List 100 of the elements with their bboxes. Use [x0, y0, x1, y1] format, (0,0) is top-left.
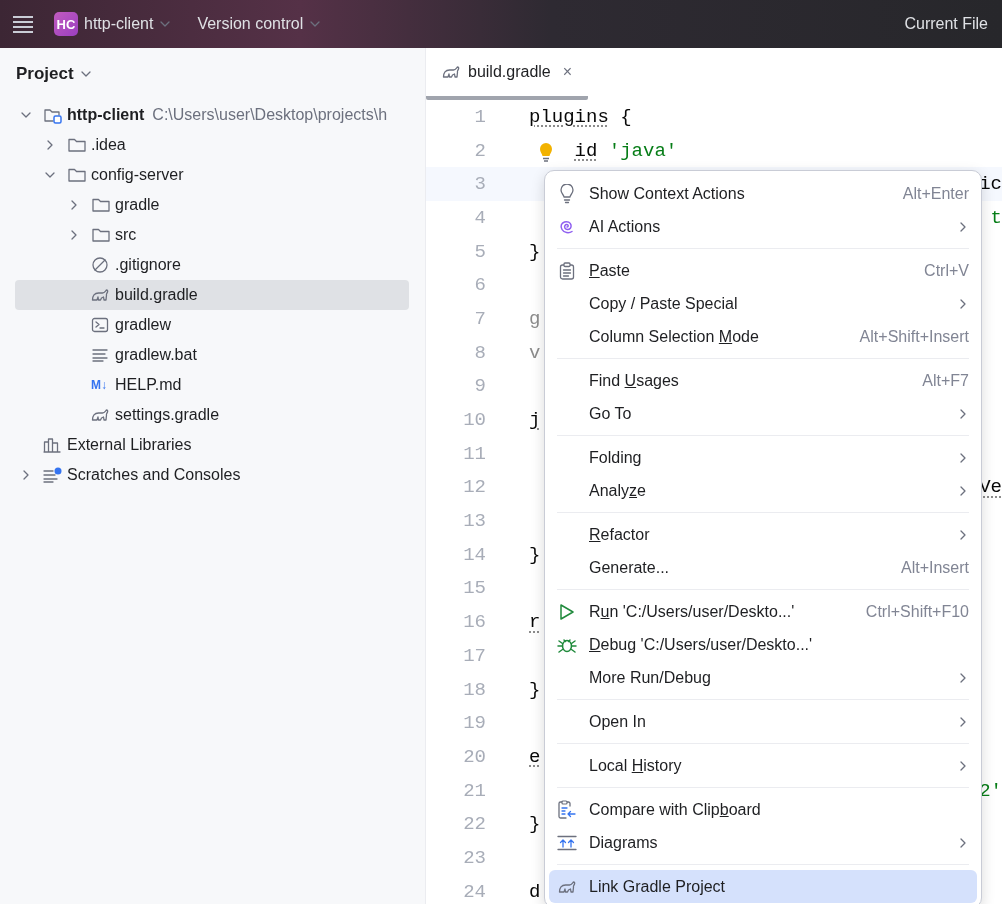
- line-number: 23: [462, 846, 486, 869]
- code-fragment: ic: [979, 173, 1002, 196]
- project-selector[interactable]: HC http-client: [48, 8, 178, 40]
- menu-item[interactable]: Debug 'C:/Users/user/Deskto...': [549, 628, 977, 661]
- project-badge: HC: [54, 12, 78, 36]
- code-line: v: [529, 341, 541, 364]
- shortcut: Ctrl+V: [924, 261, 969, 280]
- elephant-icon: [442, 65, 460, 79]
- line-number: 8: [473, 341, 486, 364]
- lightbulb-icon[interactable]: [539, 141, 553, 164]
- menu-item[interactable]: Local History: [549, 749, 977, 782]
- scratches-icon: [43, 467, 63, 483]
- diagram-icon: [557, 834, 577, 851]
- line-number: 14: [462, 543, 486, 566]
- menu-item[interactable]: More Run/Debug: [549, 661, 977, 694]
- line-number: 20: [462, 745, 486, 768]
- line-number: 16: [462, 611, 486, 634]
- menu-item[interactable]: Run 'C:/Users/user/Deskto...' Ctrl+Shift+F10: [549, 595, 977, 628]
- elephant-icon: [91, 408, 109, 422]
- menu-item[interactable]: Analyze: [549, 474, 977, 507]
- editor-tab[interactable]: build.gradle ×: [426, 48, 589, 100]
- shortcut: Alt+Insert: [900, 558, 969, 577]
- terminal-icon: [91, 317, 109, 333]
- code-line: }: [529, 813, 541, 836]
- line-number: 19: [462, 712, 486, 735]
- run-configuration[interactable]: Current File: [898, 11, 994, 37]
- folder-icon: [67, 167, 87, 183]
- clipboard-icon: [559, 261, 575, 280]
- close-icon[interactable]: ×: [562, 63, 573, 81]
- folder-icon: [91, 197, 111, 213]
- line-number: 24: [462, 880, 486, 903]
- code-line: g: [529, 307, 541, 330]
- line-number: 9: [473, 375, 486, 398]
- line-number: 3: [473, 173, 486, 196]
- panel-title[interactable]: Project: [0, 48, 425, 100]
- menu-item[interactable]: Link Gradle Project: [549, 870, 977, 903]
- line-number: 18: [462, 678, 486, 701]
- libraries-icon: [43, 437, 61, 453]
- tree-item[interactable]: External Libraries: [15, 430, 409, 460]
- tree-item[interactable]: M↓ HELP.md: [15, 370, 409, 400]
- line-number: 21: [462, 779, 486, 802]
- menu-item[interactable]: AI Actions: [549, 210, 977, 243]
- code-fragment: t: [990, 206, 1002, 229]
- folder-icon: [91, 227, 111, 243]
- code-line: e: [529, 745, 541, 768]
- line-number: 11: [462, 442, 486, 465]
- folder-icon: [67, 137, 87, 153]
- line-number: 1: [473, 105, 486, 128]
- menu-item[interactable]: Go To: [549, 397, 977, 430]
- tree-item[interactable]: .idea: [15, 130, 409, 160]
- text-file-icon: [91, 348, 109, 362]
- code-line: }: [529, 543, 541, 566]
- tree-item[interactable]: src: [15, 220, 409, 250]
- vcs-selector[interactable]: Version control: [191, 11, 328, 37]
- play-icon: [559, 602, 575, 621]
- tree-item[interactable]: gradlew: [15, 310, 409, 340]
- line-number: 17: [462, 644, 486, 667]
- project-path: C:\Users\user\Desktop\projects\h: [152, 106, 388, 124]
- menu-item[interactable]: Open In: [549, 705, 977, 738]
- menu-item[interactable]: Compare with Clipboard: [549, 793, 977, 826]
- line-number: 6: [473, 274, 486, 297]
- line-number: 10: [462, 409, 486, 432]
- menu-icon[interactable]: [12, 15, 34, 33]
- tree-item[interactable]: gradle: [15, 190, 409, 220]
- line-number: 5: [473, 240, 486, 263]
- tree-item[interactable]: http-client C:\Users\user\Desktop\projects\h: [15, 100, 409, 130]
- line-number: 2: [473, 139, 486, 162]
- menu-item[interactable]: Generate... Alt+Insert: [549, 551, 977, 584]
- line-number: 22: [462, 813, 486, 836]
- menu-item[interactable]: Diagrams: [549, 826, 977, 859]
- shortcut: Alt+Shift+Insert: [859, 327, 969, 346]
- shortcut: Alt+Enter: [902, 184, 969, 203]
- menu-item[interactable]: Copy / Paste Special: [549, 287, 977, 320]
- menu-item[interactable]: Folding: [549, 441, 977, 474]
- elephant-icon: [558, 879, 576, 894]
- line-number: 7: [473, 307, 486, 330]
- tree-item[interactable]: .gitignore: [15, 250, 409, 280]
- code-line: j: [529, 409, 541, 432]
- markdown-icon: M↓: [91, 378, 111, 392]
- line-number: 15: [462, 577, 486, 600]
- module-folder-icon: [43, 106, 63, 124]
- code-line: d: [529, 880, 541, 903]
- menu-item[interactable]: Refactor: [549, 518, 977, 551]
- line-number: 12: [462, 476, 486, 499]
- tree-item[interactable]: gradlew.bat: [15, 340, 409, 370]
- line-number: 13: [462, 510, 486, 533]
- menu-item[interactable]: Column Selection Mode Alt+Shift+Insert: [549, 320, 977, 353]
- tree-item[interactable]: build.gradle: [15, 280, 409, 310]
- tree-item[interactable]: settings.gradle: [15, 400, 409, 430]
- menu-item[interactable]: Paste Ctrl+V: [549, 254, 977, 287]
- lightbulb-icon: [560, 183, 574, 204]
- tree-item[interactable]: Scratches and Consoles: [15, 460, 409, 490]
- shortcut: Alt+F7: [922, 371, 969, 390]
- code-line: }: [529, 240, 541, 263]
- ignore-icon: [91, 256, 109, 274]
- line-number: 4: [473, 206, 486, 229]
- menu-item[interactable]: Find Usages Alt+F7: [549, 364, 977, 397]
- code-line: plugins {: [529, 105, 632, 128]
- tree-item[interactable]: config-server: [15, 160, 409, 190]
- menu-item[interactable]: Show Context Actions Alt+Enter: [549, 177, 977, 210]
